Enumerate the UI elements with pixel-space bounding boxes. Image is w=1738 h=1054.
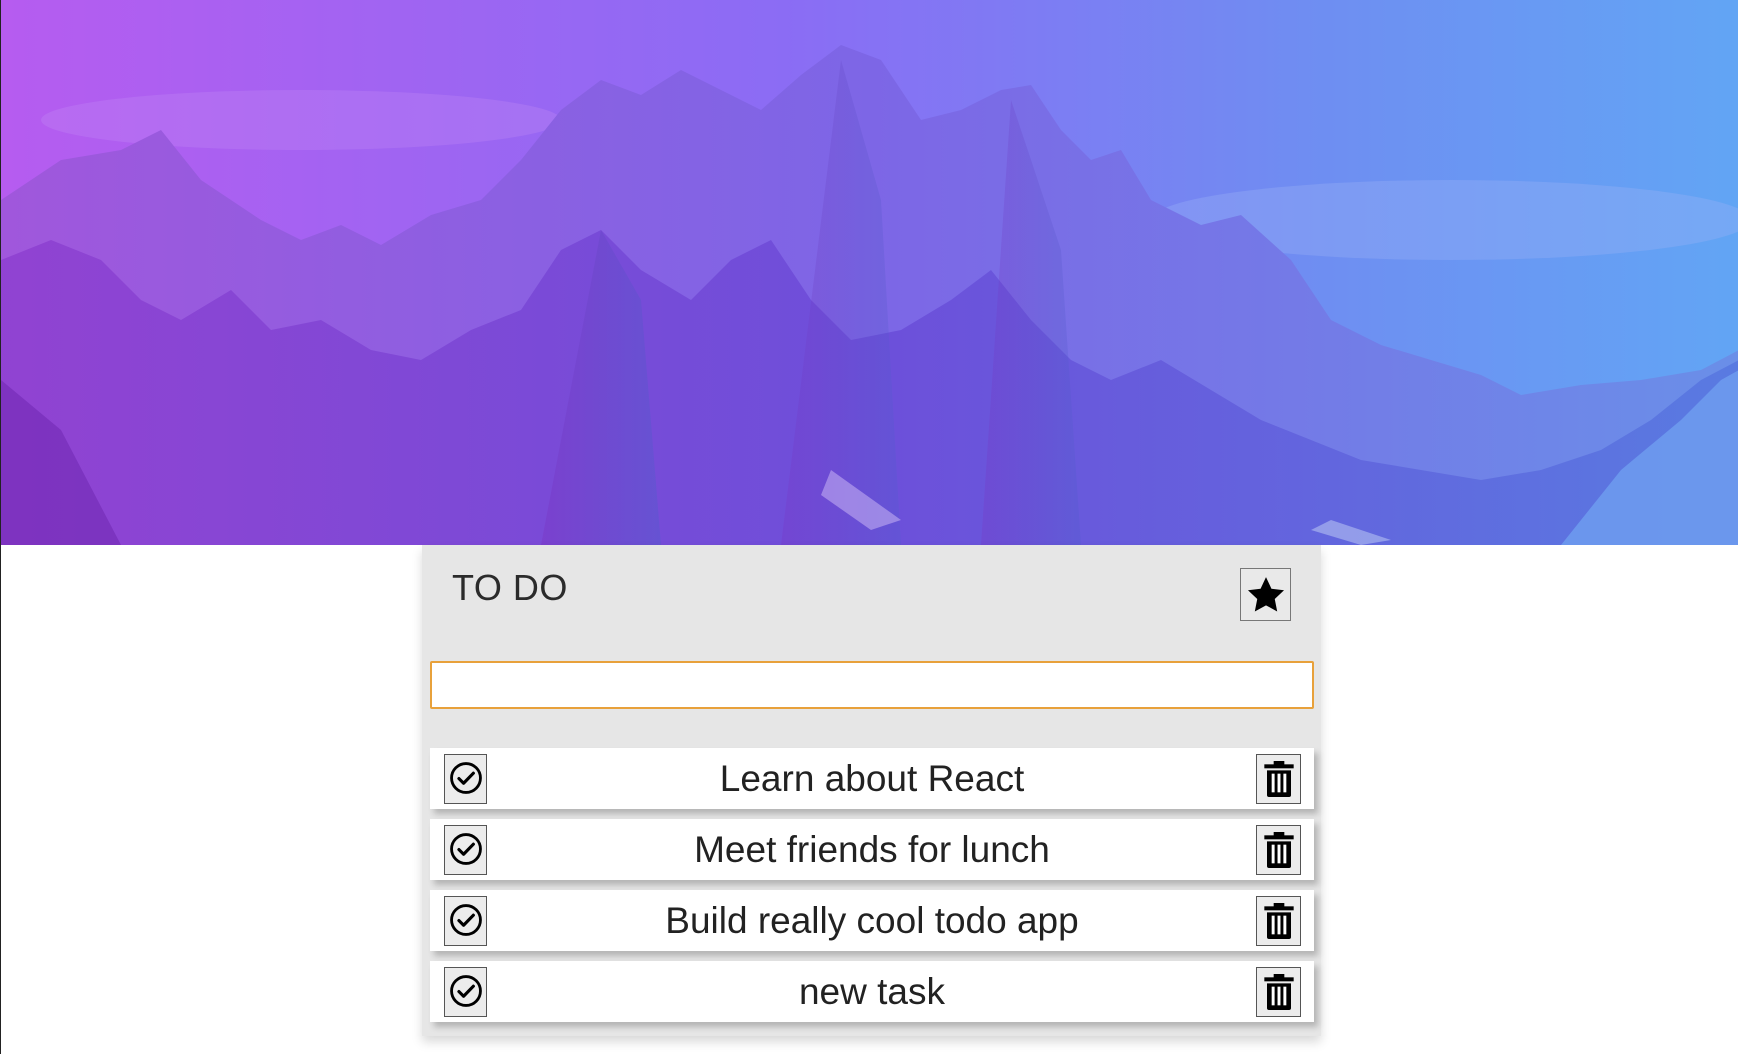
todo-card: TO DO Learn about React Meet friends for… bbox=[422, 545, 1321, 1036]
task-label: new task bbox=[798, 971, 945, 1012]
trash-icon bbox=[1263, 832, 1294, 868]
hero-mountain-banner bbox=[1, 0, 1738, 545]
trash-icon bbox=[1263, 761, 1294, 797]
task-item: new task bbox=[430, 961, 1314, 1022]
delete-task-button[interactable] bbox=[1256, 967, 1301, 1017]
check-circle-icon bbox=[449, 975, 482, 1007]
favorite-button[interactable] bbox=[1240, 568, 1291, 621]
complete-task-button[interactable] bbox=[444, 967, 487, 1017]
task-item: Build really cool todo app bbox=[430, 890, 1314, 951]
new-task-input[interactable] bbox=[430, 661, 1314, 709]
task-item: Meet friends for lunch bbox=[430, 819, 1314, 880]
check-circle-icon bbox=[449, 904, 482, 936]
trash-icon bbox=[1263, 903, 1294, 939]
delete-task-button[interactable] bbox=[1256, 754, 1301, 804]
star-icon bbox=[1247, 576, 1284, 611]
complete-task-button[interactable] bbox=[444, 896, 487, 946]
task-list: Learn about React Meet friends for lunch… bbox=[430, 748, 1314, 1032]
complete-task-button[interactable] bbox=[444, 754, 487, 804]
todo-title: TO DO bbox=[452, 567, 568, 608]
check-circle-icon bbox=[449, 762, 482, 794]
delete-task-button[interactable] bbox=[1256, 896, 1301, 946]
trash-icon bbox=[1263, 974, 1294, 1010]
complete-task-button[interactable] bbox=[444, 825, 487, 875]
task-label: Learn about React bbox=[719, 758, 1025, 799]
check-circle-icon bbox=[449, 833, 482, 865]
page: TO DO Learn about React Meet friends for… bbox=[0, 0, 1738, 1054]
task-item: Learn about React bbox=[430, 748, 1314, 809]
delete-task-button[interactable] bbox=[1256, 825, 1301, 875]
task-label: Build really cool todo app bbox=[665, 900, 1079, 941]
mountain-illustration bbox=[1, 45, 1738, 545]
task-label: Meet friends for lunch bbox=[694, 829, 1050, 870]
